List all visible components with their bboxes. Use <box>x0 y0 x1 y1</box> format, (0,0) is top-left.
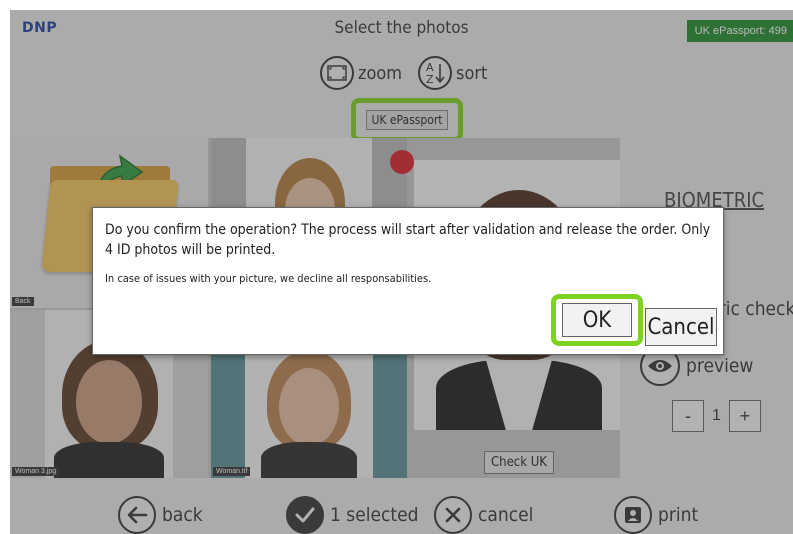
cancel-button[interactable]: Cancel <box>645 308 717 346</box>
app-window: DNP Select the photos UK ePassport: 499 … <box>10 10 793 534</box>
dialog-message: Do you confirm the operation? The proces… <box>105 222 711 258</box>
confirm-dialog: Do you confirm the operation? The proces… <box>92 207 724 355</box>
dialog-sub-message: In case of issues with your picture, we … <box>105 272 432 285</box>
ok-highlight: OK <box>551 294 643 346</box>
ok-button[interactable]: OK <box>562 303 632 337</box>
